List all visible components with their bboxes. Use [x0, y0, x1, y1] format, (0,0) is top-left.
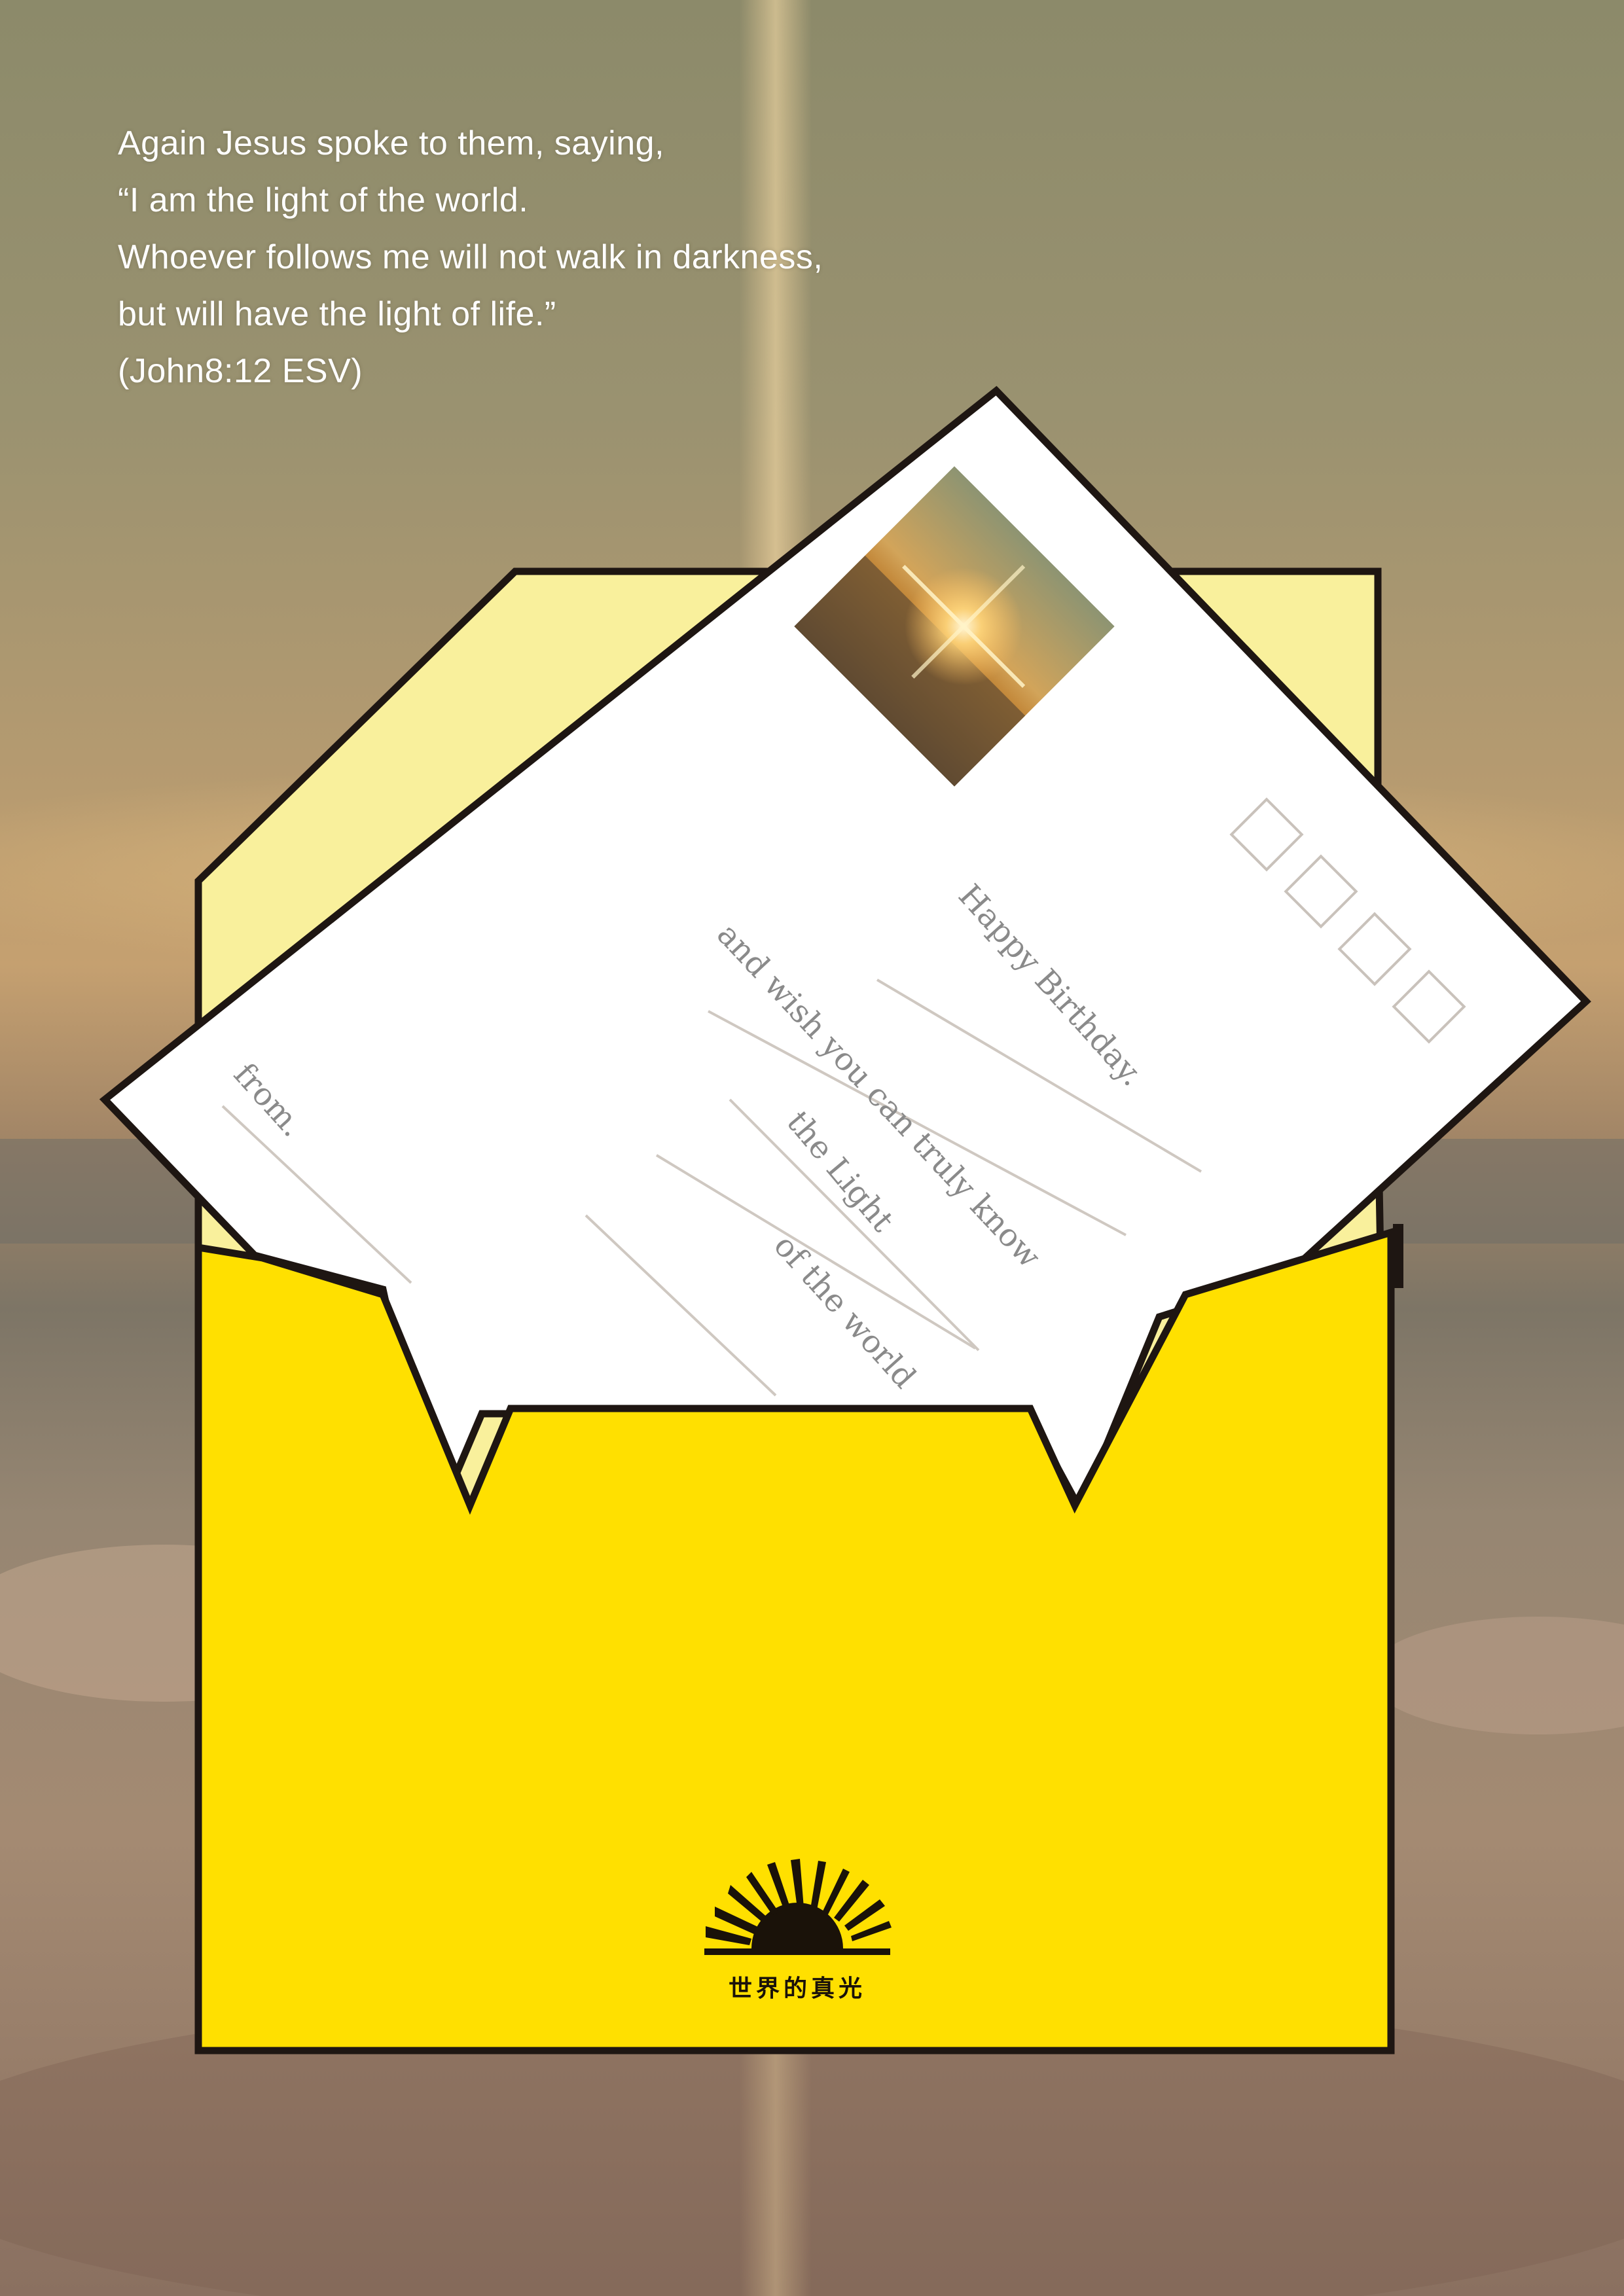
verse-line: but will have the light of life.” [118, 295, 556, 333]
poster: Happy Birthday. and wish you can truly k… [0, 0, 1624, 2296]
envelope-tab [1393, 1224, 1403, 1288]
verse-line: Again Jesus spoke to them, saying, [118, 124, 665, 162]
verse-reference: (John8:12 ESV) [118, 352, 363, 390]
bible-verse: Again Jesus spoke to them, saying, “I am… [118, 115, 823, 400]
logo-text: 世界的真光 [729, 1975, 866, 2002]
verse-line: Whoever follows me will not walk in dark… [118, 238, 823, 276]
verse-line: “I am the light of the world. [118, 181, 529, 219]
